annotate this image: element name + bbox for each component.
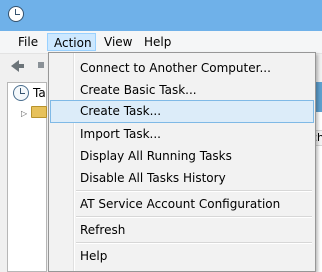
menu-item-label: AT Service Account Configuration <box>80 197 281 211</box>
menu-separator <box>76 242 312 244</box>
tree-expand-icon[interactable]: ▷ <box>21 109 27 118</box>
menu-item-label: Refresh <box>80 223 126 237</box>
menu-separator <box>76 216 312 218</box>
menu-item-label: Connect to Another Computer... <box>80 61 271 75</box>
menu-file[interactable]: File <box>14 33 42 51</box>
menu-separator <box>76 190 312 192</box>
back-arrow-tail <box>18 64 24 68</box>
menu-item-disable-tasks-history[interactable]: Disable All Tasks History <box>50 167 314 189</box>
menu-item-import-task[interactable]: Import Task... <box>50 123 314 145</box>
menu-item-label: Create Task... <box>80 104 162 118</box>
task-scheduler-tree-icon <box>13 85 29 101</box>
menu-item-label: Create Basic Task... <box>80 83 197 97</box>
task-scheduler-app-icon[interactable] <box>8 6 24 22</box>
menu-item-label: Disable All Tasks History <box>80 171 226 185</box>
forward-button-icon[interactable] <box>38 62 44 68</box>
menu-item-create-task[interactable]: Create Task... <box>50 100 314 123</box>
menu-item-label: Help <box>80 249 108 263</box>
menu-action[interactable]: Action <box>47 33 96 51</box>
menu-item-at-service-account[interactable]: AT Service Account Configuration <box>50 193 314 215</box>
title-bar <box>0 0 322 31</box>
menu-item-connect-computer[interactable]: Connect to Another Computer... <box>50 57 314 79</box>
menu-item-help[interactable]: Help <box>50 245 314 267</box>
menu-view[interactable]: View <box>100 33 136 51</box>
menu-item-label: Display All Running Tasks <box>80 149 232 163</box>
menu-item-create-basic-task[interactable]: Create Basic Task... <box>50 79 314 101</box>
menu-item-display-running-tasks[interactable]: Display All Running Tasks <box>50 145 314 167</box>
menu-bar: File Action View Help <box>0 31 322 54</box>
menu-help[interactable]: Help <box>140 33 175 51</box>
menu-item-label: Import Task... <box>80 127 161 141</box>
menu-item-refresh[interactable]: Refresh <box>50 219 314 241</box>
folder-icon[interactable] <box>31 106 47 118</box>
tree-root-label[interactable]: Ta <box>33 85 46 101</box>
